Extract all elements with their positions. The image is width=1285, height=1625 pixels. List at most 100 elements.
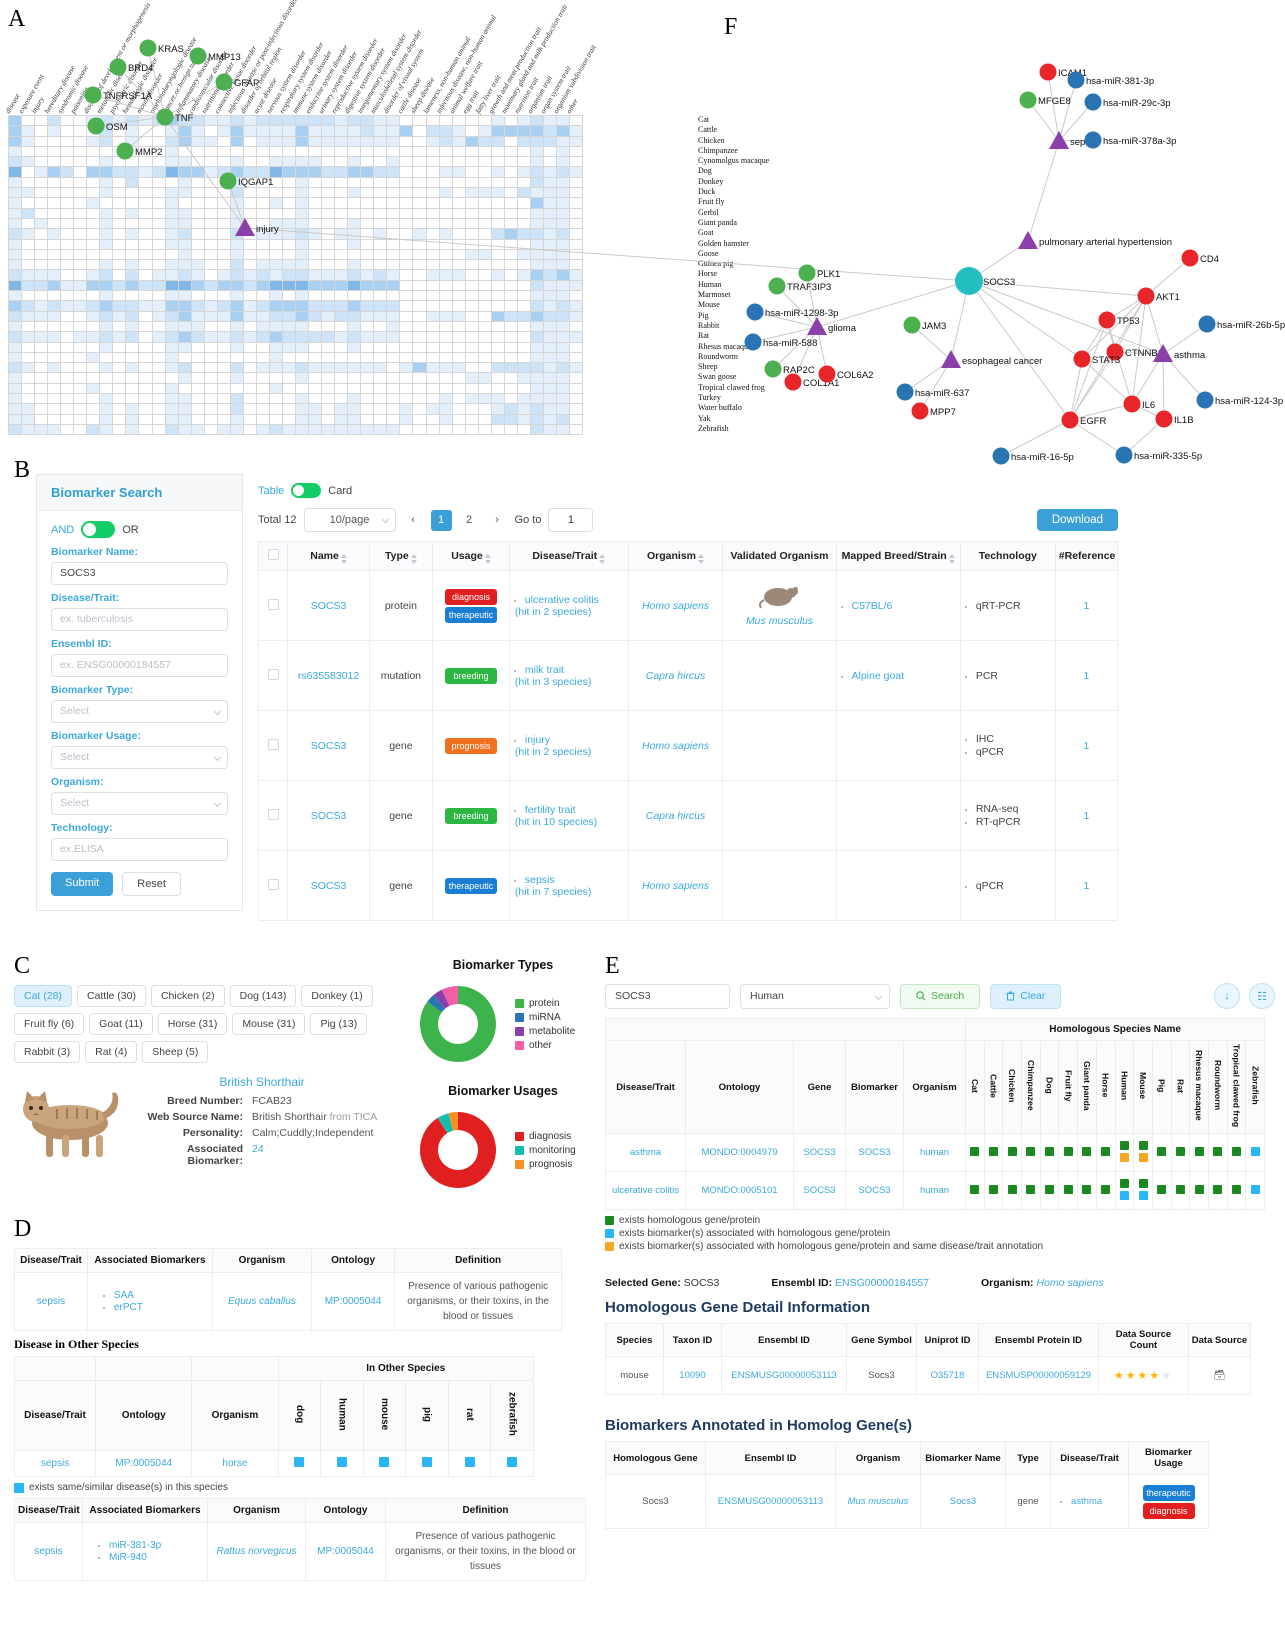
organism-link[interactable]: Homo sapiens	[642, 880, 709, 892]
species-chip[interactable]: Rat (4)	[85, 1041, 138, 1063]
ontology-link[interactable]: MP:0005044	[325, 1296, 382, 1307]
reference-link[interactable]: 1	[1083, 740, 1089, 752]
organism-link[interactable]: human	[920, 1147, 949, 1158]
reference-link[interactable]: 1	[1083, 810, 1089, 822]
table-view-label[interactable]: Table	[258, 485, 284, 497]
field-input[interactable]: ex.ELISA	[51, 838, 228, 861]
organism-link[interactable]: Homo sapiens	[642, 740, 709, 752]
select-all-checkbox[interactable]	[267, 549, 279, 560]
grid-view-icon-button[interactable]: ☷	[1249, 983, 1275, 1009]
download-button[interactable]: Download	[1036, 509, 1118, 531]
col-disease-trait[interactable]: Disease/Trait	[508, 541, 629, 571]
sort-icon[interactable]	[599, 554, 606, 565]
disease-link[interactable]: ulcerative colitis	[612, 1185, 679, 1196]
page-button-2[interactable]: 2	[459, 510, 480, 531]
biomarker-link[interactable]: SAA	[114, 1290, 208, 1301]
reference-link[interactable]: 1	[1083, 600, 1089, 612]
ontology-link[interactable]: MP:0005044	[115, 1458, 172, 1469]
prev-page-button[interactable]: ‹	[403, 510, 424, 531]
species-chip[interactable]: Dog (143)	[229, 985, 297, 1007]
gene-link[interactable]: SOCS3	[803, 1147, 835, 1158]
disease-link[interactable]: asthma	[1071, 1496, 1126, 1507]
col-mapped-breed-strain[interactable]: Mapped Breed/Strain	[835, 541, 961, 571]
and-or-toggle-row[interactable]: AND OR	[51, 521, 228, 538]
reference-link[interactable]: 1	[1083, 880, 1089, 892]
row-checkbox[interactable]	[267, 738, 279, 750]
species-chip-list[interactable]: Cat (28) Cattle (30) Chicken (2) Dog (143) D…	[14, 985, 384, 1069]
view-mode-row[interactable]: Table Card	[258, 483, 1118, 498]
biomarker-name-link[interactable]: SOCS3	[311, 600, 347, 612]
reset-button[interactable]: Reset	[122, 872, 181, 896]
organism-link[interactable]: Rattus norvegicus	[216, 1546, 296, 1557]
ontology-link[interactable]: MP:0005044	[317, 1546, 374, 1557]
organism-link[interactable]: Equus caballus	[228, 1296, 296, 1307]
breed-link[interactable]: C57BL/6	[852, 600, 956, 612]
species-chip[interactable]: Mouse (31)	[232, 1013, 306, 1035]
download-icon-button[interactable]: ↓	[1214, 983, 1240, 1009]
clear-button[interactable]: Clear	[990, 983, 1062, 1009]
next-page-button[interactable]: ›	[487, 510, 508, 531]
taxon-link[interactable]: 10090	[679, 1370, 705, 1381]
ontology-link[interactable]: MONDO:0004979	[701, 1147, 777, 1158]
biomarker-name-link[interactable]: SOCS3	[311, 740, 347, 752]
meta-value[interactable]: ENSG00000184557	[835, 1277, 929, 1289]
species-chip[interactable]: Horse (31)	[157, 1013, 228, 1035]
col-organism[interactable]: Organism	[627, 541, 724, 571]
species-chip[interactable]: Cattle (30)	[76, 985, 146, 1007]
organism-link[interactable]: Mus musculus	[848, 1496, 909, 1507]
disease-link[interactable]: ulcerative colitis(hit in 2 species)	[515, 594, 624, 618]
reference-link[interactable]: 1	[1083, 670, 1089, 682]
sort-icon[interactable]	[484, 554, 491, 565]
organism-link[interactable]: horse	[222, 1458, 247, 1469]
species-chip[interactable]: Rabbit (3)	[14, 1041, 81, 1063]
row-checkbox[interactable]	[267, 668, 279, 680]
species-chip[interactable]: Fruit fly (6)	[14, 1013, 85, 1035]
species-chip[interactable]: Sheep (5)	[142, 1041, 209, 1063]
disease-link[interactable]: sepsis(hit in 7 species)	[515, 874, 624, 898]
disease-link[interactable]: asthma	[630, 1147, 661, 1158]
ontology-link[interactable]: MONDO:0005101	[701, 1185, 777, 1196]
species-chip[interactable]: Pig (13)	[310, 1013, 368, 1035]
and-or-toggle[interactable]	[81, 521, 116, 538]
validated-organism-link[interactable]: Mus musculus	[727, 615, 831, 627]
biomarker-link[interactable]: erPCT	[114, 1302, 208, 1313]
gene-link[interactable]: SOCS3	[803, 1185, 835, 1196]
field-input[interactable]: ex. ENSG00000184557	[51, 654, 228, 677]
organism-link[interactable]: Homo sapiens	[642, 600, 709, 612]
gene-search-input[interactable]: SOCS3	[605, 983, 730, 1009]
meta-value[interactable]: Homo sapiens	[1036, 1277, 1103, 1289]
uniprot-link[interactable]: O35718	[931, 1370, 965, 1381]
biomarker-name-link[interactable]: SOCS3	[311, 880, 347, 892]
disease-link[interactable]: sepsis	[37, 1296, 65, 1307]
disease-link[interactable]: milk trait(hit in 3 species)	[515, 664, 624, 688]
species-chip[interactable]: Donkey (1)	[301, 985, 373, 1007]
sort-icon[interactable]	[698, 554, 705, 565]
sort-icon[interactable]	[948, 554, 955, 565]
organism-link[interactable]: human	[920, 1185, 949, 1196]
goto-input[interactable]: 1	[548, 508, 594, 532]
row-checkbox[interactable]	[267, 808, 279, 820]
view-mode-toggle[interactable]	[291, 483, 322, 498]
protein-link[interactable]: ENSMUSP00000059129	[986, 1370, 1091, 1381]
sort-icon[interactable]	[410, 554, 417, 565]
search-button[interactable]: Search	[900, 983, 981, 1009]
field-input[interactable]: SOCS3	[51, 562, 228, 585]
col-name[interactable]: Name	[287, 541, 370, 571]
card-view-label[interactable]: Card	[328, 485, 352, 497]
row-checkbox[interactable]	[267, 878, 279, 890]
field-select[interactable]: Select	[51, 700, 228, 723]
sort-icon[interactable]	[340, 554, 347, 565]
page-size-select[interactable]: 10/page	[303, 508, 396, 532]
ensembl-link[interactable]: ENSMUSG00000053113	[718, 1496, 823, 1507]
organism-link[interactable]: Capra hircus	[646, 810, 706, 822]
field-input[interactable]: ex. tuberculosis	[51, 608, 228, 631]
field-select[interactable]: Select	[51, 746, 228, 769]
col-usage[interactable]: Usage	[432, 541, 510, 571]
species-select[interactable]: Human	[740, 983, 890, 1009]
species-chip[interactable]: Cat (28)	[14, 985, 72, 1007]
breed-link[interactable]: Alpine goat	[852, 670, 956, 682]
biomarker-link[interactable]: miR-381-3p	[109, 1540, 203, 1551]
field-select[interactable]: Select	[51, 792, 228, 815]
organism-link[interactable]: Capra hircus	[646, 670, 706, 682]
biomarker-link[interactable]: SOCS3	[858, 1147, 890, 1158]
